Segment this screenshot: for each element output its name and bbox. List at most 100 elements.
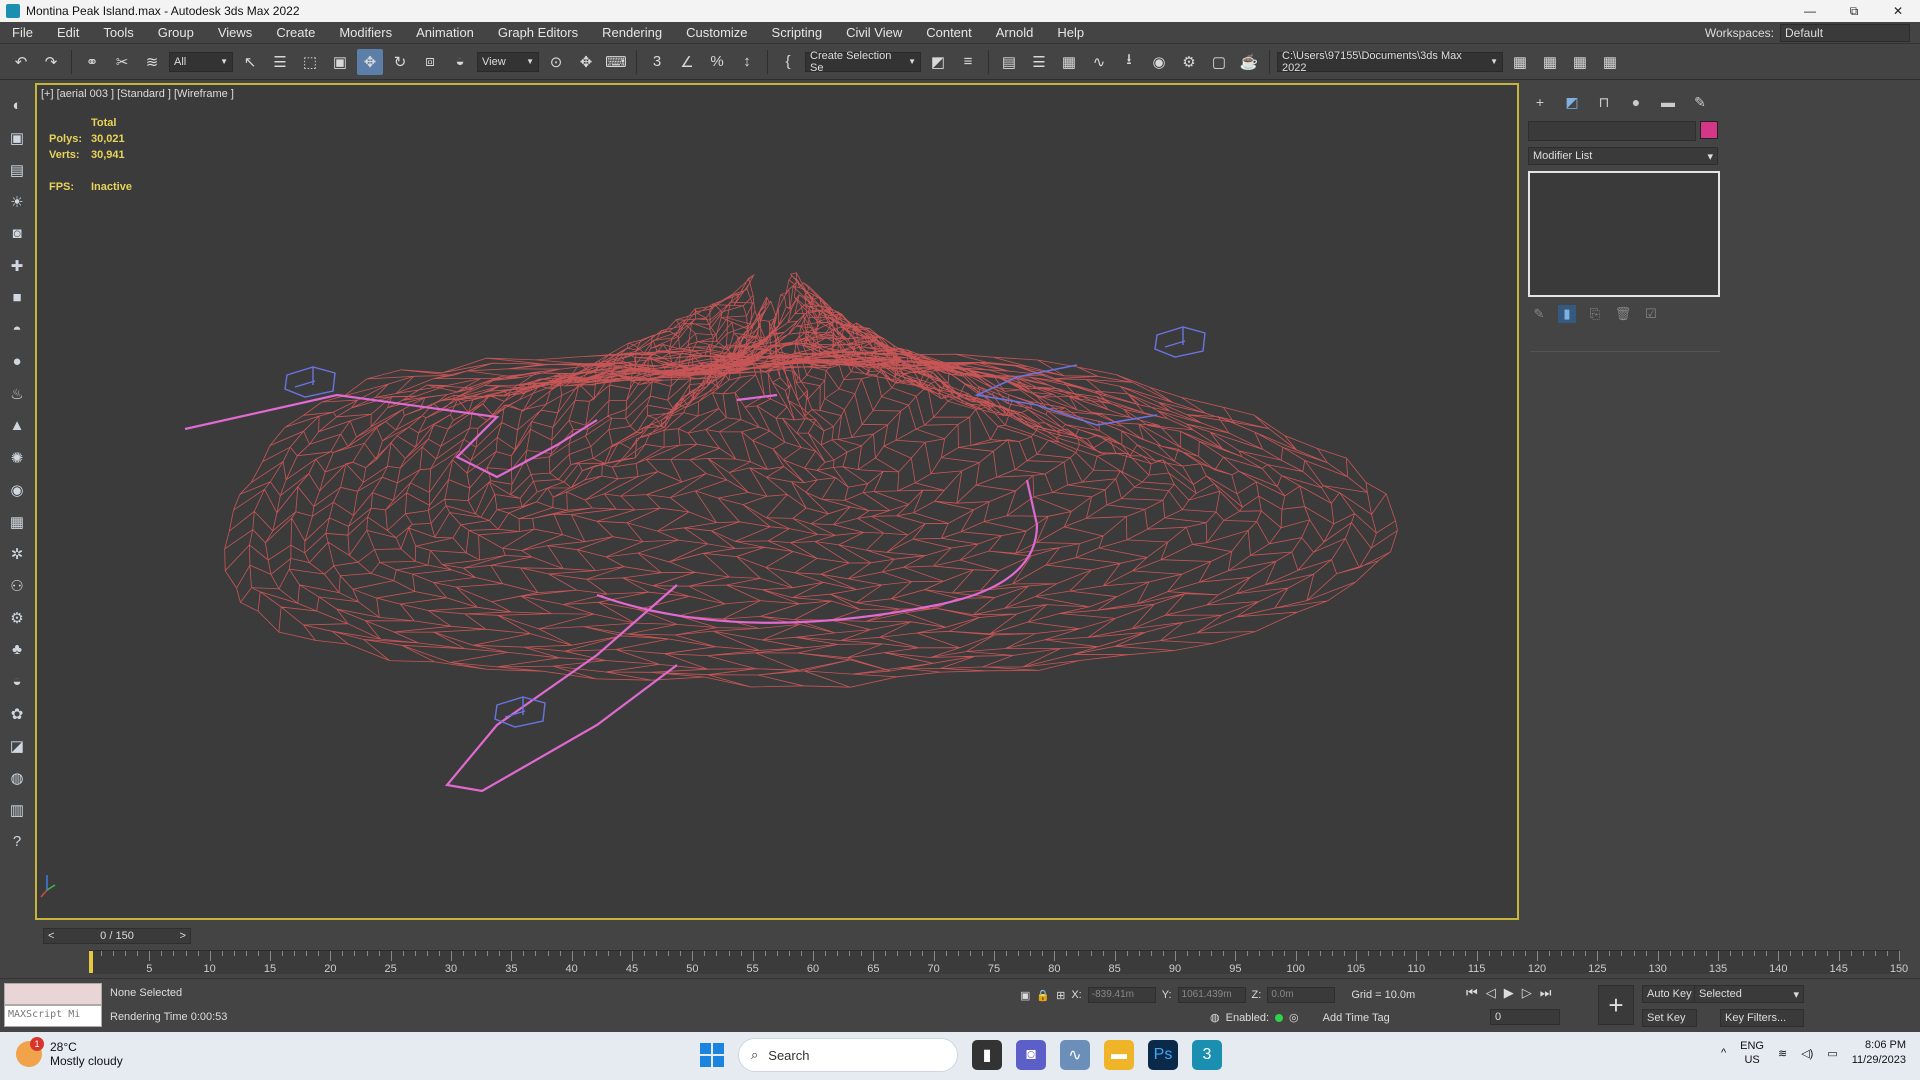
menu-arnold[interactable]: Arnold [984, 25, 1046, 40]
globe-icon[interactable]: ◍ [4, 765, 30, 790]
file-explorer-icon[interactable]: ▬ [1104, 1040, 1134, 1070]
maxscript-input[interactable]: MAXScript Mi [4, 1005, 102, 1027]
chevron-up-icon[interactable]: ^ [1721, 1047, 1726, 1059]
angle-snap-icon[interactable]: ∠ [674, 49, 700, 75]
modifier-list-select[interactable]: Modifier List ▾ [1528, 147, 1718, 165]
environment-icon[interactable]: ◒ [4, 669, 30, 694]
language-indicator[interactable]: ENG US [1740, 1039, 1764, 1067]
enabled-indicator[interactable] [1275, 1013, 1284, 1022]
curve-editor-icon[interactable]: ∿ [1086, 49, 1112, 75]
mirror-icon[interactable]: ◩ [925, 49, 951, 75]
named-selection-set-select[interactable]: Create Selection Se ▼ [805, 50, 921, 74]
foliage-icon[interactable]: ♣ [4, 637, 30, 662]
select-by-name-icon[interactable]: ☰ [267, 49, 293, 75]
3ds-max-icon[interactable]: 3 [1192, 1040, 1222, 1070]
next-frame-icon[interactable]: ▷ [1522, 985, 1532, 1001]
modifier-stack[interactable] [1528, 171, 1720, 297]
menu-content[interactable]: Content [914, 25, 984, 40]
menu-graph-editors[interactable]: Graph Editors [486, 25, 590, 40]
menu-rendering[interactable]: Rendering [590, 25, 674, 40]
menu-create[interactable]: Create [264, 25, 327, 40]
sphere-icon[interactable]: ● [4, 349, 30, 374]
helpers-icon[interactable]: ✚ [4, 253, 30, 278]
volume-icon[interactable]: ◁) [1801, 1047, 1813, 1060]
align-icon[interactable]: ≡ [955, 49, 981, 75]
palette-icon[interactable]: ✿ [4, 701, 30, 726]
redo-icon[interactable]: ↷ [38, 49, 64, 75]
wifi-icon[interactable]: ≋ [1778, 1047, 1787, 1060]
battery-icon[interactable]: ▭ [1827, 1047, 1837, 1060]
maxscript-listener[interactable]: MAXScript Mi [4, 983, 102, 1031]
time-slider[interactable]: < 0 / 150 > [43, 928, 191, 944]
selection-lock-icon[interactable]: 🔒 [1036, 989, 1050, 1002]
set-project-icon[interactable]: ▦ [1597, 49, 1623, 75]
lights-icon[interactable]: ☀ [4, 189, 30, 214]
isolate-selection-icon[interactable]: ▣ [1020, 989, 1030, 1002]
weather-widget[interactable]: 1 28°C Mostly cloudy [16, 1037, 123, 1068]
selection-filter-select[interactable]: All ▼ [169, 51, 233, 72]
taskbar-search[interactable]: ⌕ Search [738, 1038, 958, 1072]
select-and-rotate-icon[interactable]: ↻ [387, 49, 413, 75]
track-bar[interactable]: 5 10 15 20 25 30 35 40 45 50 55 60 65 70 75 80 85 90 95 100… [89, 950, 1908, 975]
sun-icon[interactable]: ✺ [4, 445, 30, 470]
cameras-icon[interactable]: ◙ [4, 221, 30, 246]
menu-group[interactable]: Group [146, 25, 206, 40]
select-and-place-icon[interactable]: ◒ [447, 49, 473, 75]
close-button[interactable]: ✕ [1876, 0, 1920, 22]
edit-named-selection-icon[interactable]: { [775, 49, 801, 75]
motion-tab-icon[interactable]: ● [1626, 92, 1646, 112]
layer-explorer-icon[interactable]: ☰ [1026, 49, 1052, 75]
previous-frame-icon[interactable]: ◁ [1486, 985, 1496, 1001]
menu-help[interactable]: Help [1045, 25, 1096, 40]
render-view-icon[interactable]: ◪ [4, 733, 30, 758]
open-file-icon[interactable]: ▦ [1507, 49, 1533, 75]
toggle-scene-explorer-icon[interactable]: ▤ [996, 49, 1022, 75]
select-and-move-icon[interactable]: ✥ [357, 48, 383, 75]
settings-gear-icon[interactable]: ⚙ [4, 605, 30, 630]
set-keys-icon[interactable]: + [1598, 985, 1634, 1025]
wireframe-scene[interactable] [37, 85, 1519, 920]
particles-icon[interactable]: ✲ [4, 541, 30, 566]
absolute-mode-icon[interactable]: ⊞ [1056, 989, 1065, 1002]
rendered-frame-window-icon[interactable]: ▢ [1206, 49, 1232, 75]
menu-views[interactable]: Views [206, 25, 264, 40]
undo-icon[interactable]: ↶ [8, 49, 34, 75]
configure-modifier-sets-icon[interactable]: ☑ [1642, 305, 1660, 323]
hierarchy-tab-icon[interactable]: ⊓ [1594, 92, 1614, 112]
time-prev-button[interactable]: < [48, 930, 54, 942]
z-coord-field[interactable]: 0.0m [1267, 987, 1336, 1003]
display-tab-icon[interactable]: ▬ [1658, 92, 1678, 112]
minimize-button[interactable]: — [1788, 0, 1832, 22]
menu-customize[interactable]: Customize [674, 25, 759, 40]
maxscript-output[interactable] [4, 983, 102, 1005]
menu-edit[interactable]: Edit [45, 25, 91, 40]
grid-plane-icon[interactable]: ▦ [4, 509, 30, 534]
time-tag-icon[interactable]: ◎ [1289, 1011, 1299, 1024]
spinner-snap-icon[interactable]: ↕ [734, 49, 760, 75]
teams-chat-icon[interactable]: ◙ [1016, 1040, 1046, 1070]
perspective-viewport[interactable]: [+] [aerial 003 ] [Standard ] [Wireframe… [35, 83, 1519, 920]
time-next-button[interactable]: > [180, 930, 186, 942]
render-setup-icon[interactable]: ⚙ [1176, 49, 1202, 75]
bind-space-warp-icon[interactable]: ≋ [139, 49, 165, 75]
maximize-button[interactable]: ⧉ [1832, 0, 1876, 22]
select-object-icon[interactable]: ↖ [237, 49, 263, 75]
save-file-icon[interactable]: ▦ [1537, 49, 1563, 75]
teapot-icon[interactable]: ♨ [4, 381, 30, 406]
dome-icon[interactable]: ◓ [4, 317, 30, 342]
box-icon[interactable]: ■ [4, 285, 30, 310]
reference-coordinate-select[interactable]: View ▼ [477, 51, 539, 72]
select-manipulate-icon[interactable]: ✥ [573, 49, 599, 75]
auto-key-button[interactable]: Auto Key [1642, 985, 1697, 1003]
x-coord-field[interactable]: -839.41m [1087, 987, 1156, 1003]
object-name-field[interactable] [1528, 121, 1696, 141]
cone-icon[interactable]: ▲ [4, 413, 30, 438]
show-end-result-icon[interactable]: ▮ [1558, 305, 1576, 323]
go-to-start-icon[interactable]: ⏮ [1466, 985, 1478, 1001]
toggle-toolbox-icon[interactable]: ▦ [1056, 49, 1082, 75]
menu-tools[interactable]: Tools [91, 25, 145, 40]
set-key-button[interactable]: Set Key [1642, 1009, 1697, 1027]
workspaces-select[interactable]: Default [1780, 23, 1910, 42]
sky-icon[interactable]: ◉ [4, 477, 30, 502]
photoshop-icon[interactable]: Ps [1148, 1040, 1178, 1070]
